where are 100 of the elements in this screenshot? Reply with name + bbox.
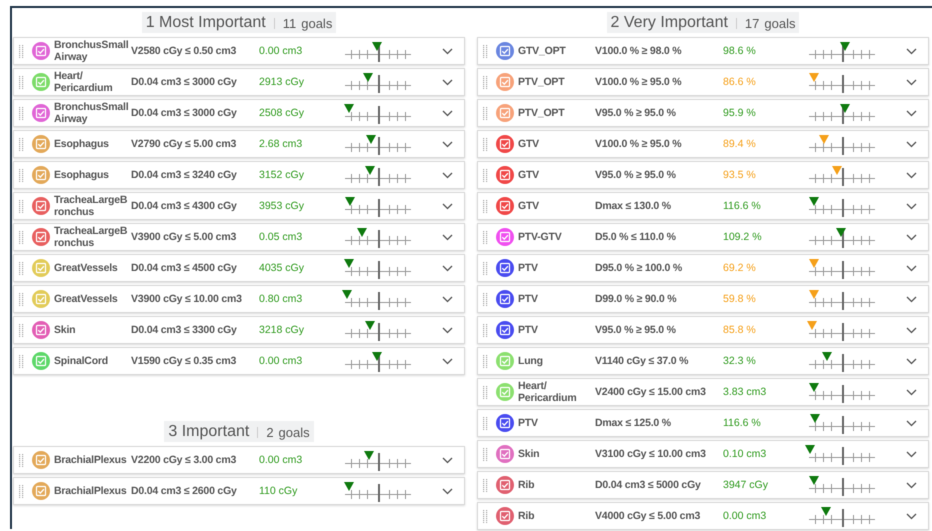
goal-row[interactable]: Skin D0.04 cm3 ≤ 3300 cGy 3218 cGy (13, 316, 465, 344)
checkbox-icon[interactable] (32, 104, 50, 122)
chevron-icon[interactable] (442, 296, 453, 302)
checkbox-icon[interactable] (496, 321, 514, 339)
checkbox-icon[interactable] (496, 476, 514, 494)
checkbox-icon[interactable] (496, 383, 514, 401)
chevron-icon[interactable] (906, 172, 917, 178)
chevron-icon[interactable] (442, 326, 453, 334)
goal-row[interactable]: Skin V3100 cGy ≤ 10.00 cm3 0.10 cm3 (477, 440, 929, 468)
goal-row[interactable]: GreatVessels D0.04 cm3 ≤ 4500 cGy 4035 cGy (13, 254, 465, 282)
checkbox-icon[interactable] (496, 414, 514, 432)
chevron-icon[interactable] (906, 140, 917, 148)
chevron-icon[interactable] (442, 264, 453, 272)
goal-row[interactable]: PTV_OPT V95.0 % ≥ 95.0 % 95.9 % (477, 99, 929, 127)
checkbox-icon[interactable] (496, 73, 514, 91)
drag-handle-icon[interactable] (483, 510, 488, 522)
drag-handle-icon[interactable] (483, 292, 488, 306)
chevron-icon[interactable] (906, 78, 917, 86)
goal-row[interactable]: PTV D99.0 % ≥ 90.0 % 59.8 % (477, 285, 929, 313)
checkbox-icon[interactable] (496, 259, 514, 277)
goal-row[interactable]: PTV_OPT V100.0 % ≥ 95.0 % 86.6 % (477, 68, 929, 96)
checkbox-icon[interactable] (32, 197, 50, 215)
goal-row[interactable]: SpinalCord V1590 cGy ≤ 0.35 cm3 0.00 cm3 (13, 347, 465, 375)
goal-row[interactable]: Heart/ Pericardium V2400 cGy ≤ 15.00 cm3 3.83 cm3 (477, 378, 929, 406)
drag-handle-icon[interactable] (19, 454, 24, 466)
chevron-icon[interactable] (906, 482, 917, 488)
checkbox-icon[interactable] (32, 352, 50, 370)
goal-row[interactable]: Rib V4000 cGy ≤ 5.00 cm3 0.00 cm3 (477, 502, 929, 530)
checkbox-icon[interactable] (32, 451, 50, 469)
drag-handle-icon[interactable] (19, 324, 24, 336)
drag-handle-icon[interactable] (19, 354, 24, 368)
drag-handle-icon[interactable] (483, 416, 488, 430)
drag-handle-icon[interactable] (483, 168, 488, 182)
chevron-icon[interactable] (906, 48, 917, 54)
chevron-icon[interactable] (906, 110, 917, 116)
drag-handle-icon[interactable] (483, 448, 488, 460)
drag-handle-icon[interactable] (19, 76, 24, 88)
chevron-icon[interactable] (906, 202, 917, 210)
chevron-icon[interactable] (442, 358, 453, 364)
drag-handle-icon[interactable] (483, 386, 488, 398)
goal-row[interactable]: BrachialPlexus V2200 cGy ≤ 3.00 cm3 0.00 cm3 (13, 446, 465, 474)
goal-row[interactable]: GTV_OPT V100.0 % ≥ 98.0 % 98.6 % (477, 37, 929, 65)
goal-row[interactable]: Esophagus D0.04 cm3 ≤ 3240 cGy 3152 cGy (13, 161, 465, 189)
goal-row[interactable]: Rib D0.04 cm3 ≤ 5000 cGy 3947 cGy (477, 471, 929, 499)
drag-handle-icon[interactable] (19, 200, 24, 212)
goal-row[interactable]: Esophagus V2790 cGy ≤ 5.00 cm3 2.68 cm3 (13, 130, 465, 158)
drag-handle-icon[interactable] (19, 230, 24, 244)
chevron-icon[interactable] (906, 450, 917, 458)
drag-handle-icon[interactable] (19, 292, 24, 306)
chevron-icon[interactable] (906, 264, 917, 272)
chevron-icon[interactable] (442, 234, 453, 240)
goal-row[interactable]: PTV D95.0 % ≥ 100.0 % 69.2 % (477, 254, 929, 282)
drag-handle-icon[interactable] (483, 200, 488, 212)
checkbox-icon[interactable] (496, 290, 514, 308)
chevron-icon[interactable] (906, 296, 917, 302)
checkbox-icon[interactable] (496, 104, 514, 122)
checkbox-icon[interactable] (32, 321, 50, 339)
chevron-icon[interactable] (442, 172, 453, 178)
chevron-icon[interactable] (442, 202, 453, 210)
goal-row[interactable]: Heart/ Pericardium D0.04 cm3 ≤ 3000 cGy 2913 cGy (13, 68, 465, 96)
chevron-icon[interactable] (906, 326, 917, 334)
checkbox-icon[interactable] (496, 166, 514, 184)
drag-handle-icon[interactable] (483, 76, 488, 88)
checkbox-icon[interactable] (32, 73, 50, 91)
drag-handle-icon[interactable] (483, 354, 488, 368)
checkbox-icon[interactable] (496, 352, 514, 370)
checkbox-icon[interactable] (32, 42, 50, 60)
chevron-icon[interactable] (906, 358, 917, 364)
drag-handle-icon[interactable] (483, 230, 488, 244)
goal-row[interactable]: GTV V100.0 % ≥ 95.0 % 89.4 % (477, 130, 929, 158)
drag-handle-icon[interactable] (483, 106, 488, 120)
chevron-icon[interactable] (442, 78, 453, 86)
checkbox-icon[interactable] (32, 259, 50, 277)
drag-handle-icon[interactable] (483, 138, 488, 150)
chevron-icon[interactable] (906, 234, 917, 240)
drag-handle-icon[interactable] (483, 44, 488, 58)
goal-row[interactable]: PTV V95.0 % ≥ 95.0 % 85.8 % (477, 316, 929, 344)
chevron-icon[interactable] (906, 420, 917, 426)
checkbox-icon[interactable] (496, 228, 514, 246)
checkbox-icon[interactable] (32, 482, 50, 500)
goal-row[interactable]: BrachialPlexus D0.04 cm3 ≤ 2600 cGy 110 cGy (13, 477, 465, 505)
chevron-icon[interactable] (442, 48, 453, 54)
drag-handle-icon[interactable] (19, 106, 24, 120)
chevron-icon[interactable] (442, 488, 453, 494)
checkbox-icon[interactable] (496, 445, 514, 463)
chevron-icon[interactable] (442, 140, 453, 148)
goal-row[interactable]: GTV Dmax ≤ 130.0 % 116.6 % (477, 192, 929, 220)
goal-row[interactable]: Lung V1140 cGy ≤ 37.0 % 32.3 % (477, 347, 929, 375)
checkbox-icon[interactable] (496, 42, 514, 60)
checkbox-icon[interactable] (32, 228, 50, 246)
drag-handle-icon[interactable] (19, 44, 24, 58)
drag-handle-icon[interactable] (19, 262, 24, 274)
chevron-icon[interactable] (906, 388, 917, 396)
checkbox-icon[interactable] (32, 135, 50, 153)
goal-row[interactable]: GreatVessels V3900 cGy ≤ 10.00 cm3 0.80 cm3 (13, 285, 465, 313)
goal-row[interactable]: PTV-GTV D5.0 % ≤ 110.0 % 109.2 % (477, 223, 929, 251)
goal-row[interactable]: PTV Dmax ≤ 125.0 % 116.6 % (477, 409, 929, 437)
checkbox-icon[interactable] (32, 166, 50, 184)
drag-handle-icon[interactable] (19, 484, 24, 498)
chevron-icon[interactable] (442, 456, 453, 464)
